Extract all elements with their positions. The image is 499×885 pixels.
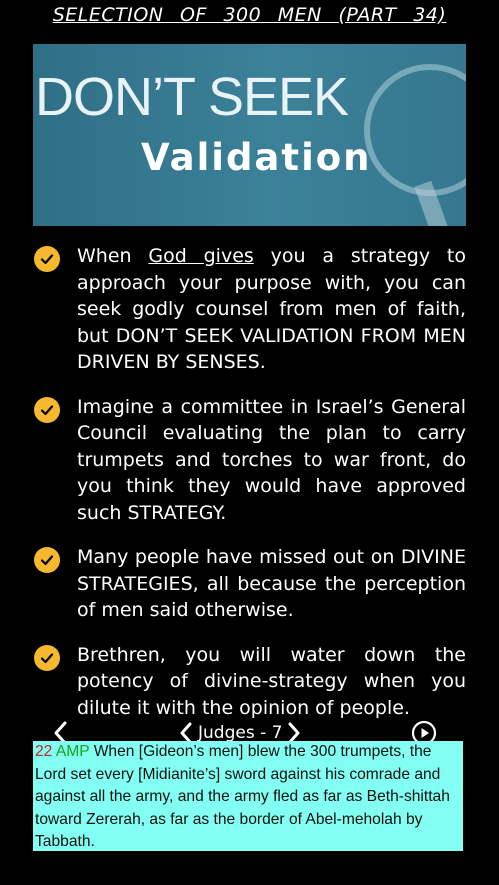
checkmark-icon bbox=[34, 644, 60, 671]
bible-version[interactable]: AMP bbox=[56, 743, 90, 760]
banner-image: DON’T SEEK Validation bbox=[33, 44, 466, 226]
magnifier-icon bbox=[364, 64, 466, 196]
checkmark-icon bbox=[34, 547, 60, 573]
bullet-list: When God gives you a strategy to approac… bbox=[34, 243, 466, 739]
checkmark-icon bbox=[34, 396, 60, 423]
verse-text: When [Gideon’s men] blew the 300 trumpet… bbox=[35, 743, 450, 851]
page-title: SELECTION OF 300 MEN (PART 34) bbox=[52, 4, 447, 26]
bullet-text: Many people have missed out on DIVINE ST… bbox=[77, 546, 466, 621]
bullet-item: Brethren, you will water down the potenc… bbox=[34, 642, 466, 722]
bullet-item: When God gives you a strategy to approac… bbox=[34, 243, 466, 376]
bullet-text: Brethren, you will water down the potenc… bbox=[77, 643, 466, 719]
god-gives-link[interactable]: God gives bbox=[148, 245, 253, 267]
banner-headline: DON’T SEEK bbox=[35, 67, 349, 127]
checkmark-icon bbox=[34, 246, 60, 272]
verse-number: 22 bbox=[35, 743, 53, 760]
verse-box: 22 AMP When [Gideon’s men] blew the 300 … bbox=[33, 741, 463, 851]
bullet-item: Imagine a committee in Israel’s General … bbox=[34, 394, 466, 527]
bullet-text: When God gives you a strategy to approac… bbox=[77, 245, 466, 373]
bullet-item: Many people have missed out on DIVINE ST… bbox=[34, 544, 466, 624]
banner-subheadline: Validation bbox=[141, 136, 372, 179]
chapter-label: Judges - 7 bbox=[198, 723, 283, 743]
bullet-text: Imagine a committee in Israel’s General … bbox=[77, 395, 466, 524]
